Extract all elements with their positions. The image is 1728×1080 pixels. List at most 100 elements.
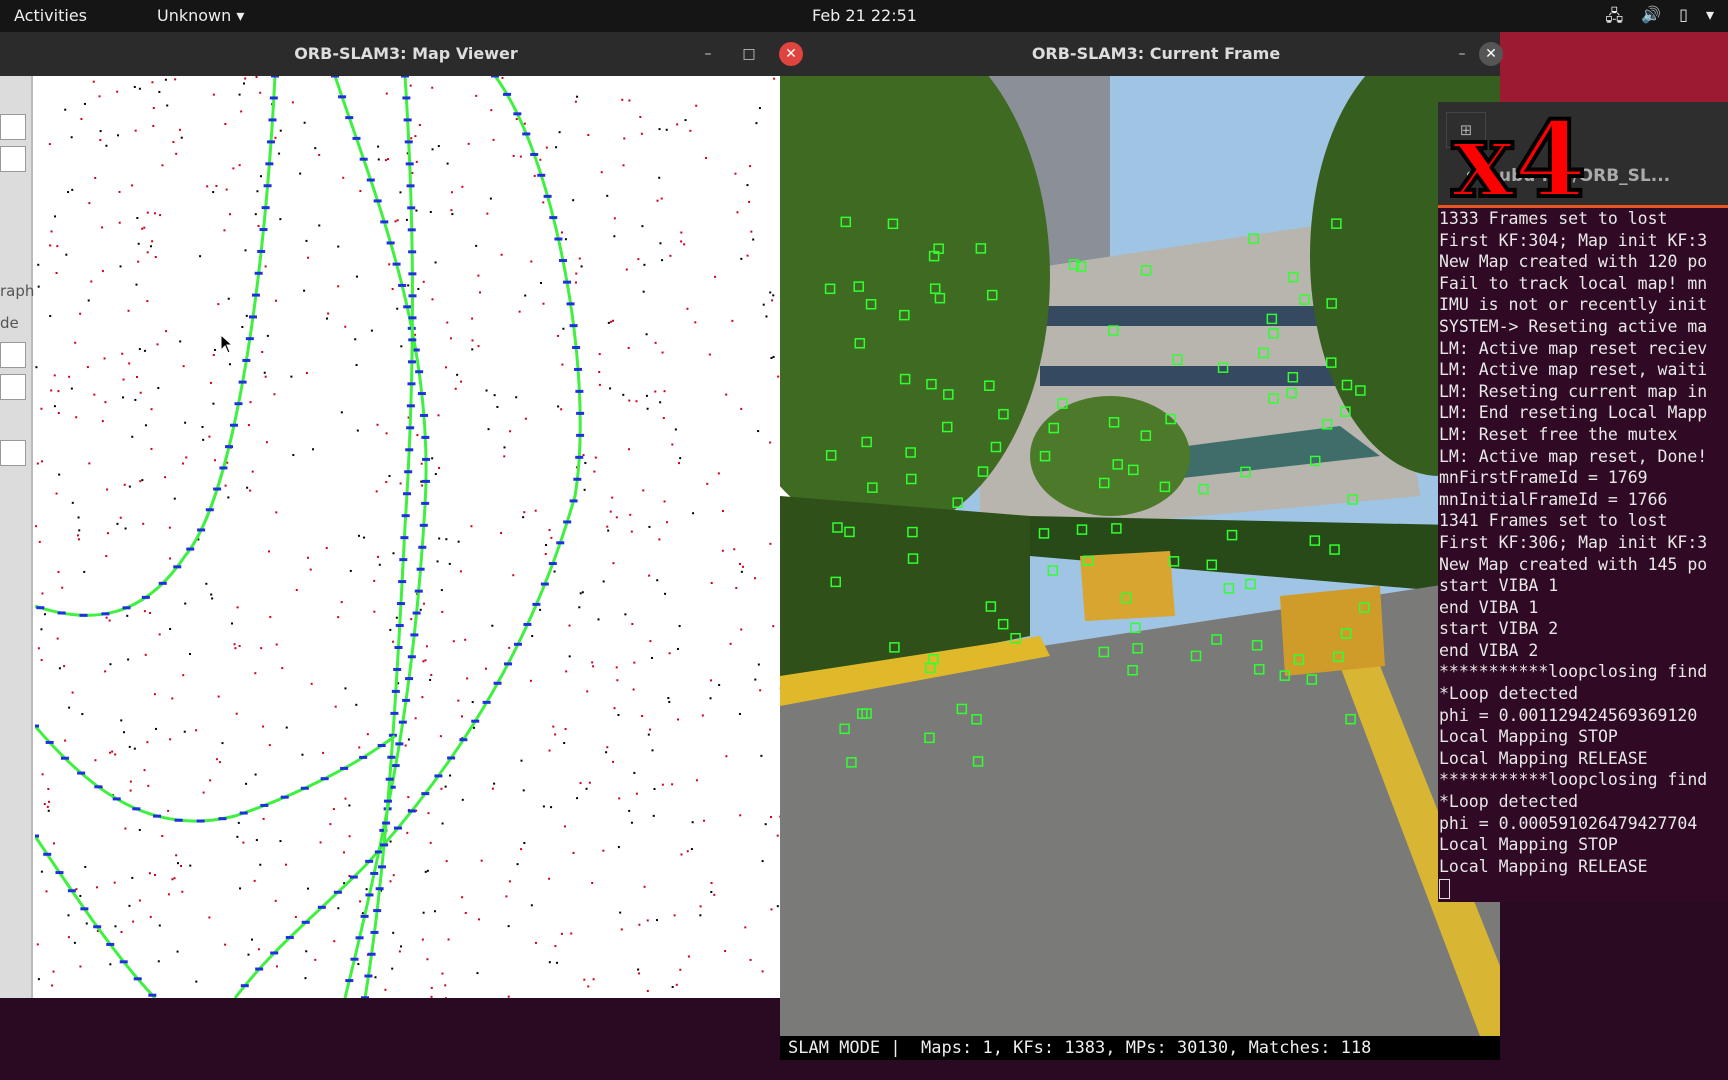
map-canvas[interactable]: [35, 76, 812, 998]
keyframe-marker: [408, 250, 417, 254]
map-point: [262, 817, 265, 820]
map-point: [406, 831, 409, 834]
map-point: [274, 899, 277, 902]
system-menu-icon[interactable]: ▾: [1706, 5, 1714, 32]
terminal-line: SYSTEM-> Reseting active ma: [1439, 316, 1708, 336]
map-point: [671, 985, 674, 988]
map-point: [466, 677, 469, 680]
map-point: [151, 81, 154, 84]
keyframe-marker: [268, 118, 277, 122]
battery-icon[interactable]: ▯: [1679, 5, 1688, 32]
volume-icon[interactable]: 🔊: [1641, 5, 1661, 32]
map-point: [236, 835, 239, 838]
map-point: [312, 448, 315, 451]
keyframe-marker: [573, 477, 582, 481]
keyframe-marker: [219, 466, 228, 470]
map-point: [41, 592, 44, 595]
keyframe-marker: [239, 811, 248, 815]
map-point: [142, 522, 145, 525]
app-menu[interactable]: Unknown ▾: [157, 6, 244, 25]
current-frame-titlebar[interactable]: ORB-SLAM3: Current Frame – ✕: [812, 32, 1503, 76]
map-point: [611, 496, 614, 499]
map-point: [446, 162, 449, 165]
map-point: [613, 217, 616, 220]
map-point: [83, 102, 86, 105]
panel-checkbox[interactable]: [0, 342, 26, 368]
map-point: [542, 302, 545, 305]
keyframe-marker: [254, 271, 263, 275]
map-point: [586, 690, 589, 693]
map-point: [116, 90, 119, 93]
keyframe-marker: [373, 199, 382, 203]
minimize-button[interactable]: –: [1450, 42, 1474, 66]
map-point: [523, 122, 526, 125]
map-point: [377, 145, 380, 148]
map-point: [344, 797, 347, 800]
map-point: [344, 687, 347, 690]
keyframe-marker: [331, 76, 339, 78]
keyframe-marker: [395, 742, 404, 746]
map-point: [650, 656, 653, 659]
map-point: [735, 586, 738, 589]
keyframe-marker: [391, 689, 400, 693]
keyframe-marker: [285, 935, 294, 939]
map-point: [138, 828, 141, 831]
map-point: [245, 782, 248, 785]
map-point: [452, 640, 455, 643]
map-point: [679, 457, 682, 460]
map-point: [349, 569, 352, 572]
clock[interactable]: Feb 21 22:51: [812, 6, 917, 25]
map-point: [166, 104, 169, 107]
map-point: [411, 171, 414, 174]
panel-button[interactable]: [0, 440, 26, 466]
map-point: [109, 963, 112, 966]
map-point: [164, 476, 167, 479]
panel-checkbox[interactable]: [0, 114, 26, 140]
keyframe-marker: [280, 795, 289, 799]
map-point: [410, 618, 413, 621]
map-point: [686, 307, 689, 310]
map-point: [143, 610, 146, 613]
map-point: [585, 787, 588, 790]
minimize-button[interactable]: –: [696, 42, 720, 66]
map-point: [358, 746, 361, 749]
panel-checkbox[interactable]: [0, 146, 26, 172]
map-point: [646, 989, 649, 992]
map-point: [237, 821, 240, 824]
map-point: [548, 877, 551, 880]
map-point: [622, 164, 625, 167]
map-point: [133, 747, 136, 750]
map-point: [134, 398, 137, 401]
map-point: [710, 581, 713, 584]
map-point: [628, 809, 631, 812]
map-point: [179, 340, 182, 343]
maximize-button[interactable]: □: [737, 42, 761, 66]
activities-button[interactable]: Activities: [14, 6, 87, 25]
keyframe-marker: [405, 677, 414, 681]
terminal-window[interactable]: ⊞ s @ubu :pp/ORB_SL... 1333 Frames set t…: [1438, 102, 1728, 902]
map-point: [143, 349, 146, 352]
map-point: [395, 616, 398, 619]
map-point: [131, 435, 134, 438]
map-point: [710, 882, 713, 885]
keyframe-marker: [365, 859, 374, 863]
system-tray[interactable]: 🖧 🔊 ▯ ▾: [1605, 5, 1714, 32]
network-icon[interactable]: 🖧: [1605, 5, 1623, 32]
keyframe-marker: [45, 740, 54, 744]
map-point: [394, 220, 397, 223]
map-point: [721, 549, 724, 552]
map-point: [554, 733, 557, 736]
keyframe-marker: [350, 957, 359, 961]
map-point: [661, 783, 664, 786]
map-viewer-titlebar[interactable]: ORB-SLAM3: Map Viewer – □ ✕: [0, 32, 812, 76]
keyframe-marker: [408, 338, 417, 342]
map-point: [628, 99, 631, 102]
map-point: [251, 938, 254, 941]
map-point: [515, 396, 518, 399]
new-tab-icon[interactable]: ⊞: [1446, 112, 1486, 148]
keyframe-marker: [300, 786, 309, 790]
map-point: [40, 870, 43, 873]
panel-checkbox[interactable]: [0, 374, 26, 400]
map-point: [183, 730, 186, 733]
close-button[interactable]: ✕: [1479, 42, 1503, 66]
